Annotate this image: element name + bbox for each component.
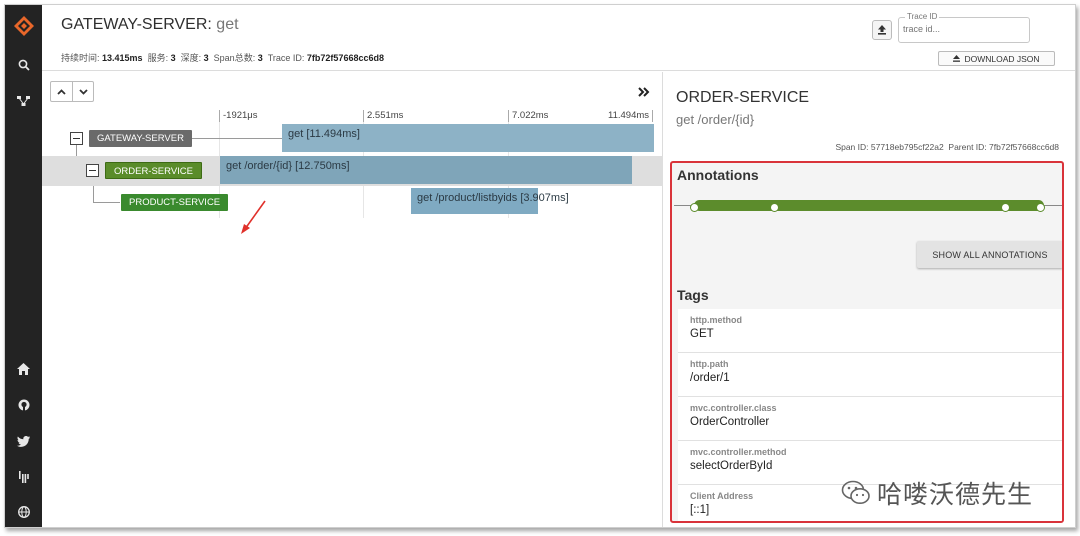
wechat-icon [841, 480, 870, 504]
annotation-marker[interactable] [770, 203, 779, 212]
show-all-annotations-button[interactable]: SHOW ALL ANNOTATIONS [917, 241, 1062, 268]
depth-label: 深度: [180, 53, 204, 63]
gitter-icon[interactable] [5, 467, 42, 487]
trace-header: GATEWAY-SERVER: get 持续时间: 13.415ms 服务: 3… [42, 5, 1075, 71]
annotation-timeline [694, 200, 1044, 211]
annotation-marker[interactable] [690, 203, 699, 212]
tag-value: OrderController [690, 416, 770, 428]
span-row[interactable]: PRODUCT-SERVICE get /product/listbyids [… [42, 188, 663, 218]
upload-button[interactable] [872, 20, 892, 40]
depth-value: 3 [203, 53, 209, 63]
twitter-icon[interactable] [5, 431, 42, 451]
tag-item: http.path /order/1 [678, 353, 1062, 397]
span-timeline: -1921μs 2.551ms 7.022ms 11.494ms GATEWAY… [42, 72, 663, 527]
tag-key: mvc.controller.method [690, 447, 787, 457]
download-icon [953, 55, 961, 62]
side-nav [5, 5, 42, 527]
span-nav-buttons [50, 81, 94, 102]
watermark: 哈喽沃德先生 [841, 475, 1033, 511]
time-tick: 2.551ms [363, 110, 403, 122]
dependencies-icon[interactable] [5, 91, 42, 111]
app-window: GATEWAY-SERVER: get 持续时间: 13.415ms 服务: 3… [4, 4, 1076, 528]
duration-label: 持续时间: [61, 53, 103, 63]
root-service-name: GATEWAY-SERVER: [61, 16, 212, 33]
time-tick: -1921μs [219, 110, 258, 122]
service-badge: PRODUCT-SERVICE [121, 194, 229, 211]
service-badge: ORDER-SERVICE [105, 162, 203, 179]
trace-summary: 持续时间: 13.415ms 服务: 3 深度: 3 Span总数: 3 Tra… [61, 51, 384, 64]
watermark-text: 哈喽沃德先生 [877, 480, 1034, 509]
span-row[interactable]: GATEWAY-SERVER get [11.494ms] [42, 124, 663, 154]
duration-value: 13.415ms [102, 53, 143, 63]
time-tick: 11.494ms [605, 110, 654, 122]
tag-value: /order/1 [690, 372, 730, 384]
annotation-marker[interactable] [1001, 203, 1010, 212]
annotation-marker[interactable] [1036, 203, 1045, 212]
github-icon[interactable] [5, 395, 42, 415]
trace-id-value: 7fb72f57668cc6d8 [306, 53, 384, 63]
trace-id-input[interactable] [903, 24, 1023, 34]
double-chevron-right-icon[interactable] [638, 84, 650, 100]
annotations-title: Annotations [677, 167, 759, 183]
parent-id-label: Parent ID: [948, 142, 990, 152]
page-title: GATEWAY-SERVER: get [61, 16, 239, 34]
download-json-button[interactable]: DOWNLOAD JSON [938, 51, 1055, 66]
trace-id-search: Trace ID [898, 12, 1030, 43]
chevron-up-icon[interactable] [51, 82, 72, 101]
span-total-value: 3 [257, 53, 263, 63]
detail-service-name: ORDER-SERVICE [676, 89, 810, 106]
tag-item: mvc.controller.class OrderController [678, 397, 1062, 441]
highlight-box: Annotations SHOW ALL ANNOTATIONS Tags ht… [670, 161, 1064, 523]
tags-title: Tags [677, 287, 709, 303]
tag-key: http.path [690, 359, 729, 369]
services-value: 3 [170, 53, 176, 63]
download-json-label: DOWNLOAD JSON [964, 53, 1040, 64]
span-bar[interactable]: get /order/{id} [12.750ms] [220, 156, 632, 184]
annotation-track-stub [1042, 205, 1062, 206]
parent-id-value: 7fb72f57668cc6d8 [989, 142, 1059, 152]
span-ids: Span ID: 57718eb795cf22a2 Parent ID: 7fb… [835, 142, 1059, 152]
span-bar[interactable]: get [11.494ms] [282, 124, 654, 152]
search-icon[interactable] [5, 55, 42, 75]
home-icon[interactable] [5, 359, 42, 379]
span-id-label: Span ID: [835, 142, 871, 152]
span-row-selected[interactable]: ORDER-SERVICE get /order/{id} [12.750ms] [42, 156, 663, 186]
tag-key: http.method [690, 315, 742, 325]
zipkin-logo-icon[interactable] [5, 13, 42, 39]
tag-item: http.method GET [678, 309, 1062, 353]
span-detail-panel: ORDER-SERVICE get /order/{id} Span ID: 5… [663, 72, 1075, 527]
trace-id-search-label: Trace ID [905, 12, 940, 21]
root-span-name: get [211, 16, 239, 33]
tag-value: GET [690, 328, 714, 340]
span-total-label: Span总数: [213, 53, 258, 63]
time-tick: 7.022ms [508, 110, 548, 122]
upload-icon [878, 25, 886, 35]
service-badge: GATEWAY-SERVER [89, 130, 192, 147]
span-id-value: 57718eb795cf22a2 [870, 142, 944, 152]
globe-icon[interactable] [5, 502, 42, 522]
tag-key: mvc.controller.class [690, 403, 777, 413]
chevron-down-icon[interactable] [72, 82, 93, 101]
tag-value: selectOrderById [690, 460, 773, 472]
collapse-toggle[interactable] [86, 164, 99, 177]
trace-id-label: Trace ID: [267, 53, 307, 63]
detail-span-name: get /order/{id} [676, 112, 755, 127]
collapse-toggle[interactable] [70, 132, 83, 145]
services-label: 服务: [147, 53, 171, 63]
span-bar[interactable]: get /product/listbyids [3.907ms] [411, 188, 569, 214]
